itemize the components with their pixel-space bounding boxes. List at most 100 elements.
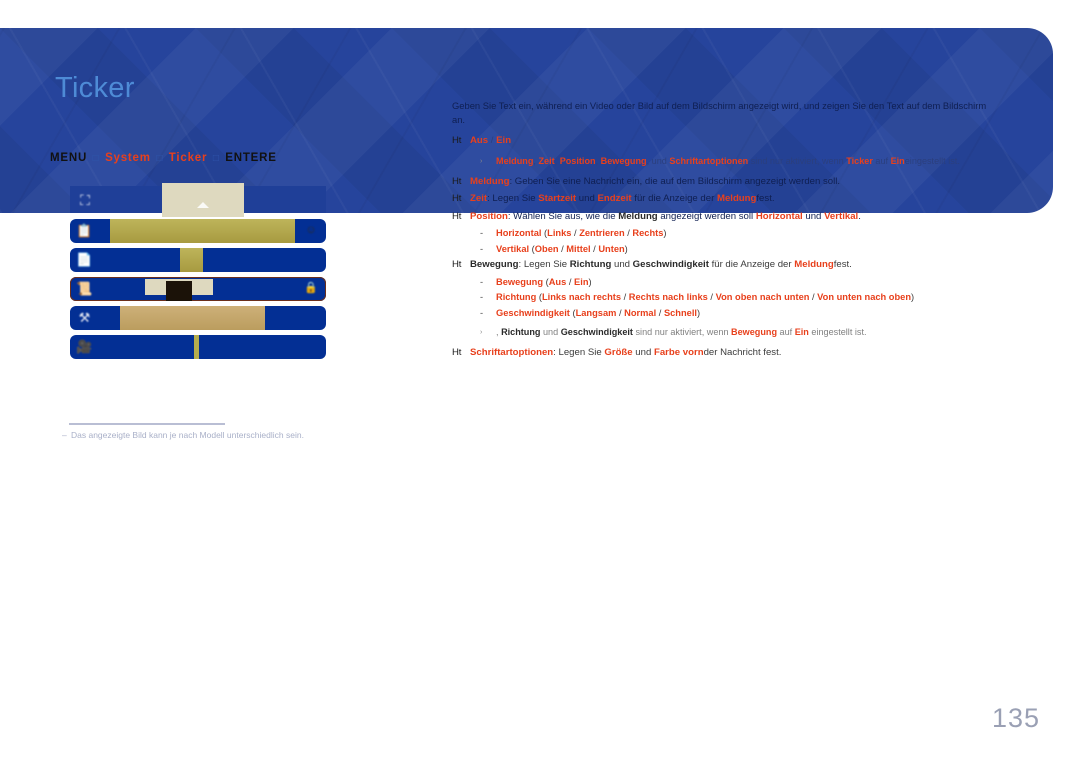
bullet-position-run-4: Horizontal (755, 210, 803, 222)
bullet-zeit-run-2: Startzeit (538, 193, 577, 205)
bullet-meldung-run-0: Meldung (470, 175, 510, 187)
tv-row-5: 🎥 (70, 335, 326, 359)
note-aus-ein-0-run-9: sind nur aktiviert, wenn (748, 155, 847, 166)
note-aus-ein-0-run-13: eingestellt ist. (904, 155, 960, 166)
bullet-position-run-1: : Wählen Sie aus, wie die (507, 210, 619, 222)
bullet-bewegung-run-0: Bewegung (470, 259, 519, 271)
tv-row-3: 📜 🔒 (70, 277, 326, 301)
bullet-bewegung-run-2: Richtung (569, 259, 612, 271)
sub-position-0-run-2: Links (547, 228, 572, 239)
tv-row-5-cursor (194, 335, 199, 359)
bullet-text-zeit: Zeit: Legen Sie Startzeit und Endzeit fü… (470, 191, 1012, 207)
sub-bewegung-2-run-2: Langsam (575, 307, 617, 318)
bullet-position-run-2: Meldung (618, 210, 658, 222)
bullet-text-position: Position: Wählen Sie aus, wie die Meldun… (470, 209, 1012, 225)
tv-row-2: 📄 (70, 248, 326, 272)
sub-bewegung-1-run-9: ) (911, 292, 915, 303)
clipboard-icon: 📋 (76, 223, 93, 238)
bullet-marker-icon: Ht (452, 259, 462, 271)
sub-bewegung-0-run-2: Aus (548, 276, 567, 287)
sub-bullet-bewegung-0: - Bewegung (Aus / Ein) (474, 275, 1012, 290)
bullet-aus-ein-run-0: Aus (470, 135, 489, 147)
menu-path-item-ticker: Ticker (168, 152, 208, 164)
note-bewegung-0-run-8: eingestellt ist. (808, 327, 867, 338)
bullet-schriftartoptionen-run-4: Farbe vorn (653, 347, 704, 359)
note-aus-ein-0-run-11: auf (872, 155, 891, 166)
note-bewegung-0-run-1: Richtung (501, 327, 541, 338)
sub-position-0-run-7: ) (663, 228, 667, 239)
footnote-text: Das angezeigte Bild kann je nach Modell … (71, 430, 304, 440)
sub-bullet-bewegung-1: - Richtung (Links nach rechts / Rechts na… (474, 290, 1012, 305)
person-icon: ☺ (305, 224, 317, 236)
sub-bullet-dash-icon: - (480, 292, 484, 303)
bullet-bewegung-run-4: Geschwindigkeit (632, 259, 709, 271)
sub-bewegung-0-run-0: Bewegung (496, 276, 544, 287)
sub-bewegung-1-run-3: / (621, 292, 629, 303)
bullet-position-run-0: Position (470, 210, 508, 222)
sub-bullet-dash-icon: - (480, 307, 484, 318)
bullet-schriftartoptionen-run-5: der Nachricht fest. (703, 347, 782, 359)
note-aus-ein-0-run-0: Meldung (496, 155, 534, 166)
bullet-bewegung-run-1: : Legen Sie (518, 259, 570, 271)
bullet-marker-icon: Ht (452, 210, 462, 222)
sub-bewegung-1-run-6: Von oben nach unten (715, 292, 810, 303)
note-aus-ein-0-run-4: Position (559, 155, 596, 166)
bullet-bewegung: Ht Bewegung: Legen Sie Richtung und Gesch… (452, 257, 1012, 273)
sub-bewegung-2-run-7: ) (697, 307, 701, 318)
tv-row-1-highlight (110, 219, 295, 243)
tv-row-3-dark-block (166, 281, 192, 301)
bullet-schriftartoptionen-run-1: : Legen Sie (553, 347, 605, 359)
sub-bullet-dash-icon: - (480, 276, 484, 287)
document-icon: 📄 (76, 252, 93, 267)
sub-bewegung-2-run-3: / (616, 307, 625, 318)
footnote: – Das angezeigte Bild kann je nach Modell… (62, 430, 304, 440)
sub-bullet-dash-icon: - (480, 243, 484, 254)
content-blocks: Ht Aus / Ein › Meldung, Zeit, Position, Bew… (452, 133, 1012, 361)
bullet-marker-icon: Ht (452, 347, 462, 359)
sub-position-0-run-6: Rechts (632, 228, 664, 239)
note-bewegung-0-run-3: Geschwindigkeit (560, 327, 633, 338)
bullet-position-run-7: . (858, 210, 861, 222)
bullet-bewegung-run-6: Meldung (794, 259, 834, 271)
bullet-aus-ein: Ht Aus / Ein (452, 133, 1012, 149)
menu-path-breadcrumb: MENU □ System □ Ticker □ ENTERE (50, 152, 277, 164)
bullet-marker-icon: Ht (452, 135, 462, 147)
sub-bewegung-1-run-0: Richtung (496, 292, 537, 303)
bullet-zeit-run-1: : Legen Sie (487, 193, 539, 205)
page-number: 135 (991, 703, 1040, 733)
sub-position-1-run-0: Vertikal (496, 243, 530, 254)
sub-position-1-run-7: ) (624, 243, 628, 254)
bullet-position-run-6: Vertikal (824, 210, 859, 222)
sub-bewegung-1-run-5: / (707, 292, 716, 303)
menu-path-separator: □ (212, 153, 220, 164)
sub-position-1-run-2: Oben (534, 243, 559, 254)
menu-path-separator: □ (92, 153, 100, 164)
bullet-position-run-3: angezeigt werden soll (657, 210, 756, 222)
note-bewegung-0-run-5: Bewegung (731, 327, 778, 338)
bullet-zeit-run-6: Meldung (716, 193, 757, 205)
menu-path-separator: □ (156, 153, 164, 164)
note-bewegung-0-run-4: sind nur aktiviert, wenn (632, 327, 732, 338)
bullet-marker-icon: Ht (452, 193, 462, 205)
bullet-bewegung-run-3: und (611, 259, 633, 271)
sub-bewegung-2-run-4: Normal (624, 307, 657, 318)
note-bewegung-0-run-2: und (540, 327, 561, 338)
sub-bewegung-0-run-3: / (566, 276, 575, 287)
note-aus-ein-0-run-2: Zeit (538, 155, 555, 166)
tv-row-4: ⚒ (70, 306, 326, 330)
sub-bewegung-2-run-6: Schnell (663, 307, 698, 318)
sub-bullet-text-bewegung-2: Geschwindigkeit (Langsam / Normal / Schn… (496, 306, 700, 321)
bullet-marker-icon: Ht (452, 175, 462, 187)
lock-icon: 🔒 (304, 282, 318, 294)
content-body: Geben Sie Text ein, während ein Video od… (452, 99, 1012, 363)
note-aus-ein-0: › Meldung, Zeit, Position, Bewegung, und … (474, 154, 1012, 170)
sub-bewegung-1-run-8: Von unten nach oben (817, 292, 911, 303)
bullet-aus-ein-run-2: Ein (496, 135, 512, 147)
note-aus-ein-0-run-12: Ein (890, 155, 905, 166)
note-aus-ein-0-run-8: Schriftartoptionen (669, 155, 749, 166)
footnote-dash: – (62, 430, 67, 440)
sub-bullet-dash-icon: - (480, 228, 484, 239)
bullet-schriftartoptionen-run-0: Schriftartoptionen (470, 347, 554, 359)
sub-bewegung-1-run-2: Links nach rechts (541, 292, 622, 303)
note-text-bewegung-0: , Richtung und Geschwindigkeit sind nur … (496, 325, 867, 339)
